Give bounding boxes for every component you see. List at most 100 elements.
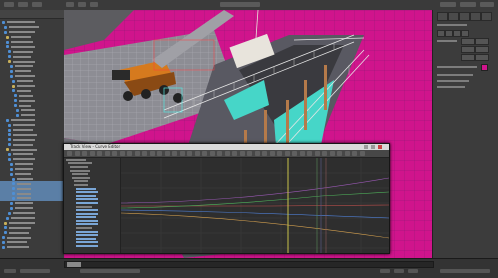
toolbar-button[interactable]	[314, 151, 320, 156]
create-tab[interactable]	[437, 12, 448, 21]
toolbar-button[interactable]	[179, 151, 185, 156]
object-name-label	[15, 70, 31, 73]
toolbar-button[interactable]	[322, 151, 327, 156]
toolbar-button[interactable]	[187, 151, 192, 156]
object-name-label	[11, 217, 35, 220]
toolbar-button[interactable]	[127, 151, 132, 156]
object-icon	[12, 187, 15, 191]
scene-tree-row[interactable]	[0, 245, 64, 250]
track-view-controller-tree	[64, 158, 121, 253]
navigation-controls[interactable]	[440, 269, 490, 273]
motion-tab[interactable]	[470, 12, 481, 21]
toolbar-button[interactable]	[352, 151, 357, 156]
toolbar-button[interactable]	[262, 151, 267, 156]
color-swatch[interactable]	[481, 64, 488, 71]
toolbar-button[interactable]	[82, 151, 87, 156]
object-name-label	[11, 40, 33, 43]
panel-button[interactable]	[461, 46, 475, 53]
object-icon	[16, 109, 19, 113]
object-name-label	[19, 104, 31, 107]
toolbar-button[interactable]	[67, 151, 72, 156]
display-tab[interactable]	[481, 12, 492, 21]
object-icon	[12, 182, 15, 186]
toolbar-button[interactable]	[142, 151, 147, 156]
toolbar-button[interactable]	[74, 151, 80, 156]
object-icon	[4, 231, 7, 235]
menu-item[interactable]	[32, 2, 42, 7]
toolbar-button[interactable]	[209, 151, 215, 156]
playback-button[interactable]	[394, 269, 404, 273]
workspace-selector[interactable]	[220, 2, 260, 7]
panel-button[interactable]	[461, 38, 475, 45]
modify-tab[interactable]	[448, 12, 459, 21]
object-icon	[8, 157, 11, 161]
toolbar-button[interactable]	[307, 151, 312, 156]
window-controls[interactable]	[480, 2, 494, 7]
close-button[interactable]	[378, 145, 382, 149]
curve-editor-graph[interactable]	[121, 158, 389, 253]
toolbar-button[interactable]	[172, 151, 177, 156]
toolbar-button[interactable]	[344, 151, 350, 156]
panel-button[interactable]	[445, 30, 453, 37]
controller-label	[72, 173, 88, 176]
object-name-label	[15, 65, 33, 68]
toolbar-button[interactable]	[149, 151, 155, 156]
command-panel	[432, 10, 498, 258]
toolbar-button[interactable]	[104, 151, 110, 156]
menu-item[interactable]	[78, 2, 86, 7]
toolbar-button[interactable]	[284, 151, 290, 156]
controller-row[interactable]	[64, 244, 120, 248]
object-name-label	[17, 197, 31, 200]
playback-button[interactable]	[408, 269, 418, 273]
toolbar-button[interactable]	[134, 151, 140, 156]
hierarchy-tab[interactable]	[459, 12, 470, 21]
menu-item[interactable]	[440, 2, 456, 7]
toolbar-button[interactable]	[194, 151, 200, 156]
toolbar-button[interactable]	[299, 151, 305, 156]
toolbar-button[interactable]	[337, 151, 342, 156]
object-icon	[12, 177, 15, 181]
panel-button[interactable]	[475, 54, 489, 61]
toolbar-button[interactable]	[254, 151, 260, 156]
menu-item[interactable]	[90, 2, 98, 7]
toolbar-button[interactable]	[119, 151, 125, 156]
playback-button[interactable]	[380, 269, 390, 273]
object-icon	[14, 94, 17, 98]
time-slider[interactable]	[64, 261, 434, 268]
toolbar-button[interactable]	[224, 151, 230, 156]
toolbar-button[interactable]	[89, 151, 95, 156]
panel-button[interactable]	[475, 38, 489, 45]
minimize-button[interactable]	[364, 145, 368, 149]
track-view-window[interactable]: Track View - Curve Editor	[63, 143, 390, 254]
panel-button[interactable]	[437, 30, 445, 37]
toolbar-button[interactable]	[239, 151, 245, 156]
panel-button[interactable]	[461, 30, 469, 37]
maximize-button[interactable]	[371, 145, 375, 149]
toolbar-button[interactable]	[269, 151, 275, 156]
panel-button[interactable]	[461, 54, 475, 61]
toolbar-button[interactable]	[164, 151, 170, 156]
menu-item[interactable]	[460, 2, 476, 7]
panel-button[interactable]	[475, 46, 489, 53]
coordinate-field[interactable]	[80, 269, 140, 273]
toolbar-button[interactable]	[97, 151, 102, 156]
toolbar-button[interactable]	[232, 151, 237, 156]
toolbar-button[interactable]	[277, 151, 282, 156]
toolbar-button[interactable]	[112, 151, 117, 156]
object-name-label	[11, 36, 31, 39]
time-slider-knob[interactable]	[67, 262, 81, 267]
menu-item[interactable]	[4, 2, 14, 7]
toolbar-button[interactable]	[359, 151, 365, 156]
panel-button[interactable]	[453, 30, 461, 37]
object-icon	[10, 201, 13, 205]
menu-item[interactable]	[66, 2, 74, 7]
menu-item[interactable]	[18, 2, 28, 7]
status-bar	[0, 258, 498, 278]
toolbar-button[interactable]	[202, 151, 207, 156]
toolbar-button[interactable]	[292, 151, 297, 156]
object-icon	[14, 99, 17, 103]
toolbar-button[interactable]	[329, 151, 335, 156]
toolbar-button[interactable]	[157, 151, 162, 156]
toolbar-button[interactable]	[247, 151, 252, 156]
toolbar-button[interactable]	[217, 151, 222, 156]
